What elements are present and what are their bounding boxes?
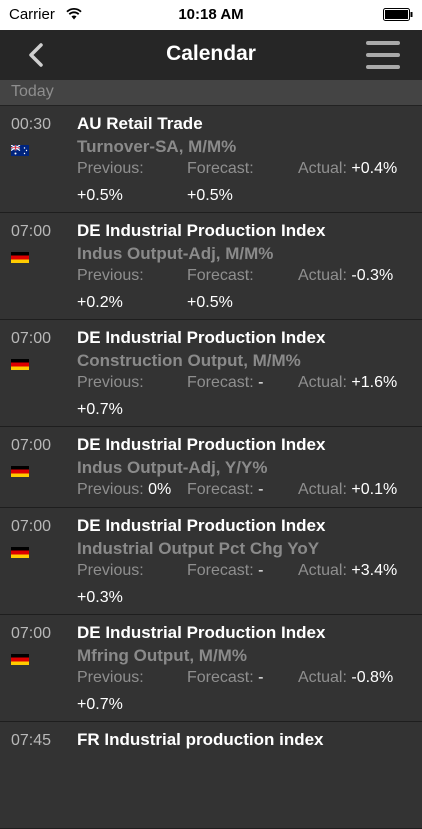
previous-label: Previous: xyxy=(77,267,144,284)
event-row[interactable]: 07:00 DE Industrial Production Index Ind… xyxy=(0,213,422,320)
previous-value: +0.3% xyxy=(77,589,123,606)
event-subtitle: Mfring Output, M/M% xyxy=(77,646,247,665)
forecast-label: Forecast: xyxy=(187,669,254,686)
previous-value: +0.7% xyxy=(77,696,123,713)
event-name: DE Industrial Production Index xyxy=(77,435,326,454)
page-title: Calendar xyxy=(166,42,256,65)
event-subtitle: Indus Output-Adj, Y/Y% xyxy=(77,458,268,477)
previous-label: Previous: xyxy=(77,669,144,686)
actual-value: +0.4% xyxy=(351,160,398,177)
event-time: 07:00 xyxy=(11,330,52,347)
forecast-label: Forecast: xyxy=(187,481,254,498)
actual-value: +1.6% xyxy=(351,374,398,391)
event-time: 07:00 xyxy=(11,518,52,535)
section-header-today: Today xyxy=(0,80,422,106)
event-row[interactable]: 07:00 DE Industrial Production Index Ind… xyxy=(0,427,422,508)
previous-label: Previous: xyxy=(77,374,144,391)
forecast-value: +0.5% xyxy=(187,187,233,204)
event-time: 07:00 xyxy=(11,437,52,454)
actual-value: -0.8% xyxy=(351,669,394,686)
battery-icon xyxy=(383,8,413,21)
event-row[interactable]: 00:30 AU Retail Trade Turnover-SA, M/M% … xyxy=(0,106,422,213)
germany-flag-icon xyxy=(11,547,29,558)
nav-bar: Calendar xyxy=(0,30,422,80)
actual-value: +0.1% xyxy=(351,481,398,498)
actual-label: Actual: xyxy=(298,267,347,284)
germany-flag-icon xyxy=(11,359,29,370)
forecast-label: Forecast: xyxy=(187,562,254,579)
status-bar: Carrier 10:18 AM xyxy=(0,0,422,30)
forecast-label: Forecast: xyxy=(187,267,254,284)
actual-label: Actual: xyxy=(298,669,347,686)
previous-value: +0.2% xyxy=(77,294,123,311)
event-name: AU Retail Trade xyxy=(77,114,203,133)
germany-flag-icon xyxy=(11,654,29,665)
event-row[interactable]: 07:45 FR Industrial production index xyxy=(0,722,422,829)
event-subtitle: Industrial Output Pct Chg YoY xyxy=(77,539,320,558)
forecast-label: Forecast: xyxy=(187,374,254,391)
actual-label: Actual: xyxy=(298,374,347,391)
forecast-value: +0.5% xyxy=(187,294,233,311)
forecast-value: - xyxy=(258,562,264,579)
event-subtitle: Construction Output, M/M% xyxy=(77,351,301,370)
previous-value: +0.5% xyxy=(77,187,123,204)
event-subtitle: Indus Output-Adj, M/M% xyxy=(77,244,274,263)
previous-label: Previous: xyxy=(77,160,144,177)
event-name: DE Industrial Production Index xyxy=(77,516,326,535)
actual-value: -0.3% xyxy=(351,267,394,284)
forecast-value: - xyxy=(258,669,264,686)
actual-label: Actual: xyxy=(298,160,347,177)
event-time: 00:30 xyxy=(11,116,52,133)
forecast-label: Forecast: xyxy=(187,160,254,177)
event-time: 07:00 xyxy=(11,625,52,642)
actual-label: Actual: xyxy=(298,562,347,579)
event-row[interactable]: 07:00 DE Industrial Production Index Ind… xyxy=(0,508,422,615)
actual-label: Actual: xyxy=(298,481,347,498)
australia-flag-icon xyxy=(11,145,29,156)
event-list: 00:30 AU Retail Trade Turnover-SA, M/M% … xyxy=(0,106,422,829)
germany-flag-icon xyxy=(11,466,29,477)
germany-flag-icon xyxy=(11,252,29,263)
event-subtitle: Turnover-SA, M/M% xyxy=(77,137,237,156)
previous-value: 0% xyxy=(148,481,172,498)
status-time: 10:18 AM xyxy=(178,6,244,23)
event-name: DE Industrial Production Index xyxy=(77,221,326,240)
event-row[interactable]: 07:00 DE Industrial Production Index Con… xyxy=(0,320,422,427)
event-name: FR Industrial production index xyxy=(77,730,324,749)
forecast-value: - xyxy=(258,481,264,498)
previous-value: +0.7% xyxy=(77,401,123,418)
actual-value: +3.4% xyxy=(351,562,398,579)
event-row[interactable]: 07:00 DE Industrial Production Index Mfr… xyxy=(0,615,422,722)
event-name: DE Industrial Production Index xyxy=(77,328,326,347)
previous-label: Previous: xyxy=(77,562,144,579)
previous-label: Previous: xyxy=(77,481,144,498)
event-name: DE Industrial Production Index xyxy=(77,623,326,642)
hamburger-menu-icon[interactable] xyxy=(366,41,400,69)
event-time: 07:45 xyxy=(11,732,52,749)
section-label: Today xyxy=(11,83,54,100)
event-time: 07:00 xyxy=(11,223,52,240)
forecast-value: - xyxy=(258,374,264,391)
